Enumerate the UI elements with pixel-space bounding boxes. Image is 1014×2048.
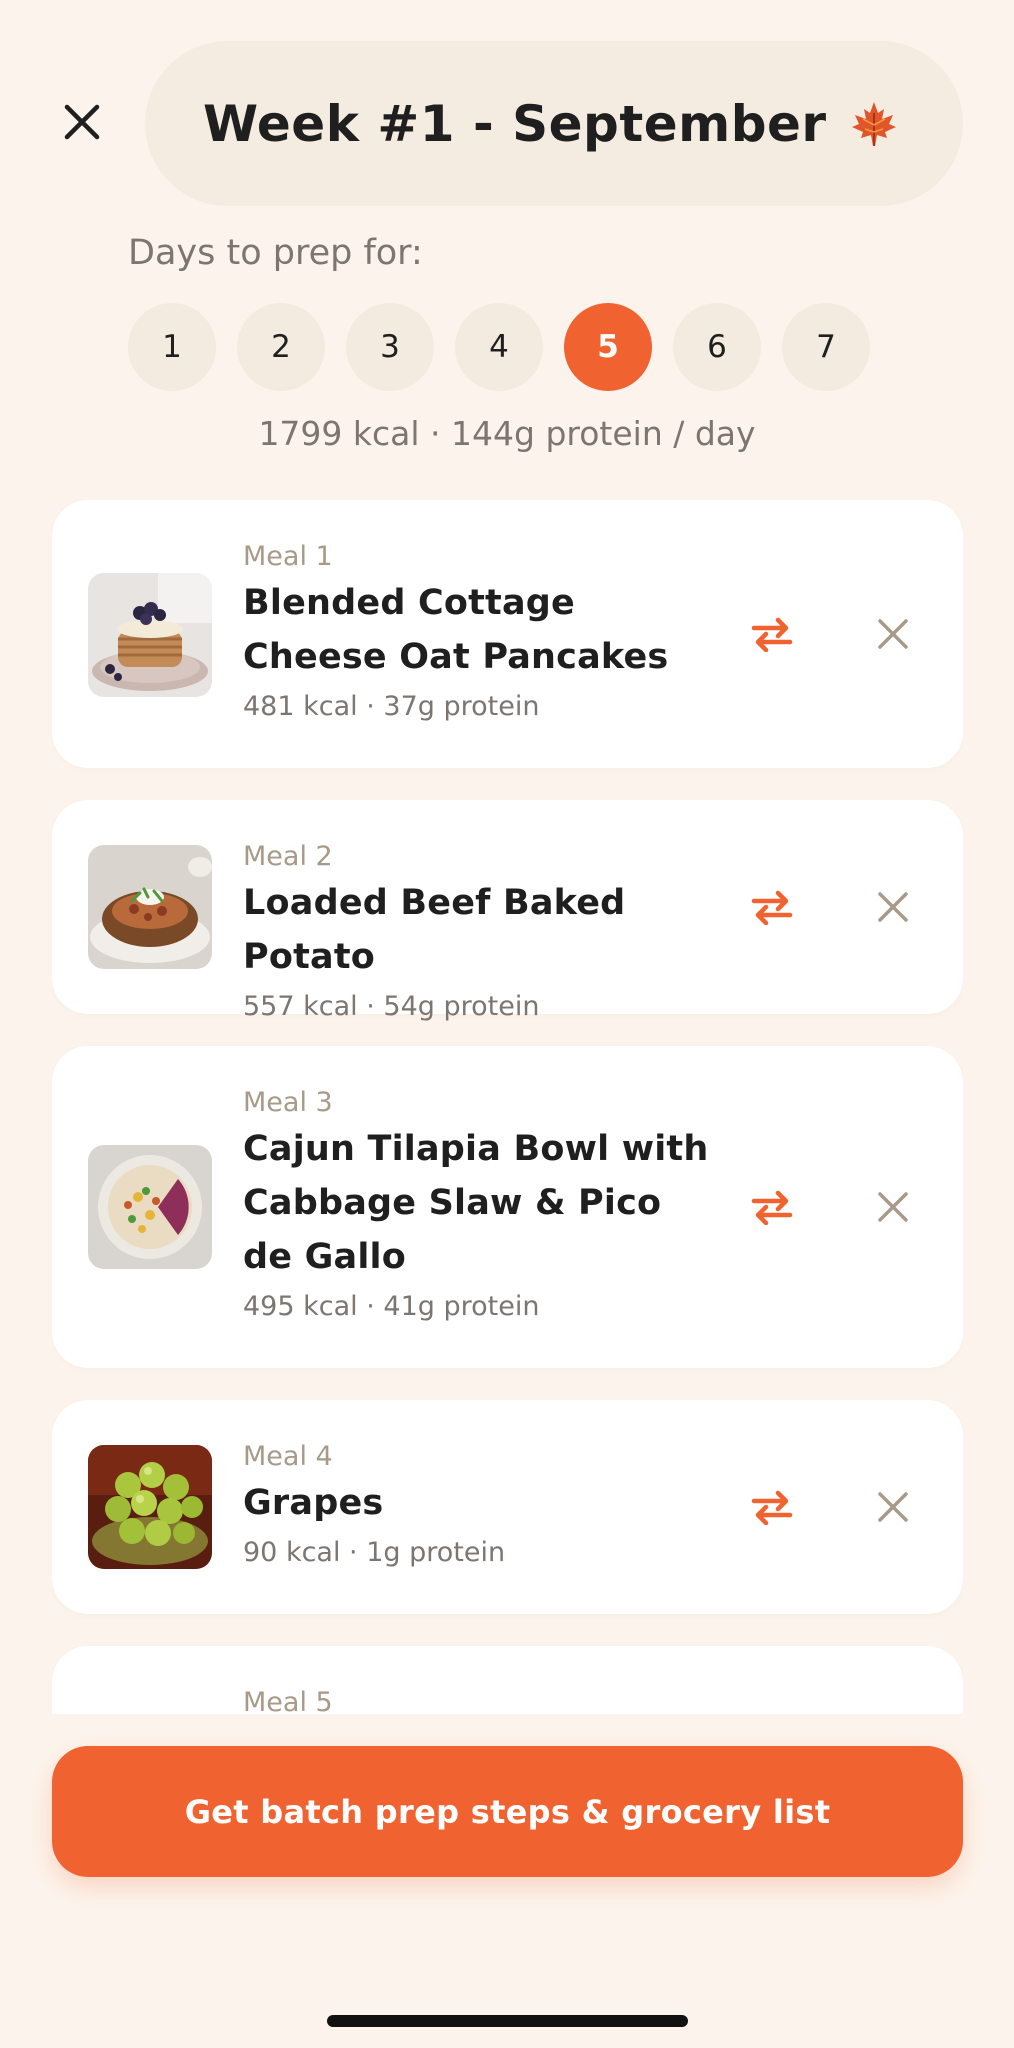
meal-nutrition: 557 kcal · 54g protein (243, 991, 540, 1022)
meal-card[interactable]: Meal 1 Blended Cottage Cheese Oat Pancak… (52, 500, 963, 768)
close-icon (878, 1192, 908, 1222)
page-title: Week #1 - September (203, 94, 827, 153)
meal-card[interactable]: Meal 3 Cajun Tilapia Bowl with Cabbage S… (52, 1046, 963, 1368)
close-button[interactable] (56, 96, 108, 148)
swap-icon (751, 1190, 793, 1225)
meal-card[interactable]: Meal 2 Loaded Beef Baked Potato 557 kcal… (52, 800, 963, 1022)
swap-icon (751, 1490, 793, 1525)
pancakes-photo (88, 573, 212, 697)
meal-list: Meal 1 Blended Cottage Cheese Oat Pancak… (52, 500, 963, 1714)
close-icon (878, 892, 908, 922)
swap-icon (751, 890, 793, 925)
week-title-pill: Week #1 - September (145, 41, 963, 206)
swap-meal-button[interactable] (742, 1177, 802, 1237)
meal-name: Loaded Beef Baked Potato (243, 883, 626, 977)
day-option-5-selected[interactable]: 5 (564, 303, 652, 391)
remove-meal-button[interactable] (867, 1181, 919, 1233)
swap-meal-button[interactable] (742, 877, 802, 937)
grapes-photo (88, 1445, 212, 1569)
day-option-6[interactable]: 6 (673, 303, 761, 391)
meal-number: Meal 1 (243, 541, 333, 572)
meal-name: Blended Cottage Cheese Oat Pancakes (243, 583, 669, 677)
close-icon (878, 619, 908, 649)
baked-potato-photo (88, 845, 212, 969)
meal-nutrition: 495 kcal · 41g protein (243, 1291, 540, 1322)
close-icon (64, 104, 100, 140)
days-selector: 1 2 3 4 5 6 7 (128, 303, 870, 391)
maple-leaf-icon (849, 99, 899, 149)
day-option-2[interactable]: 2 (237, 303, 325, 391)
meal-name: Cajun Tilapia Bowl with Cabbage Slaw & P… (243, 1129, 709, 1277)
meal-info: Meal 4 Grapes 90 kcal · 1g protein (243, 1438, 713, 1574)
meal-nutrition: 481 kcal · 37g protein (243, 691, 540, 722)
home-indicator (327, 2015, 688, 2027)
day-option-7[interactable]: 7 (782, 303, 870, 391)
meal-card[interactable]: Meal 5 (52, 1646, 963, 1714)
batch-prep-button[interactable]: Get batch prep steps & grocery list (52, 1746, 963, 1877)
meal-number: Meal 3 (243, 1087, 333, 1118)
day-option-4[interactable]: 4 (455, 303, 543, 391)
meal-info: Meal 1 Blended Cottage Cheese Oat Pancak… (243, 538, 713, 728)
swap-meal-button[interactable] (742, 1477, 802, 1537)
meal-number: Meal 4 (243, 1441, 333, 1472)
meal-prep-screen: Week #1 - September Days to prep for: 1 … (0, 0, 1014, 2048)
tilapia-bowl-photo (88, 1145, 212, 1269)
close-icon (878, 1492, 908, 1522)
remove-meal-button[interactable] (867, 1481, 919, 1533)
day-option-3[interactable]: 3 (346, 303, 434, 391)
day-option-1[interactable]: 1 (128, 303, 216, 391)
meal-info: Meal 5 (243, 1684, 713, 1714)
remove-meal-button[interactable] (867, 881, 919, 933)
meal-info: Meal 2 Loaded Beef Baked Potato 557 kcal… (243, 838, 713, 1028)
meal-number: Meal 5 (243, 1687, 333, 1714)
swap-meal-button[interactable] (742, 604, 802, 664)
meal-name: Grapes (243, 1483, 384, 1523)
daily-nutrition-summary: 1799 kcal · 144g protein / day (258, 414, 756, 453)
meal-number: Meal 2 (243, 841, 333, 872)
days-label: Days to prep for: (128, 233, 423, 273)
meal-nutrition: 90 kcal · 1g protein (243, 1537, 506, 1568)
meal-card[interactable]: Meal 4 Grapes 90 kcal · 1g protein (52, 1400, 963, 1614)
meal-info: Meal 3 Cajun Tilapia Bowl with Cabbage S… (243, 1084, 713, 1328)
remove-meal-button[interactable] (867, 608, 919, 660)
swap-icon (751, 617, 793, 652)
